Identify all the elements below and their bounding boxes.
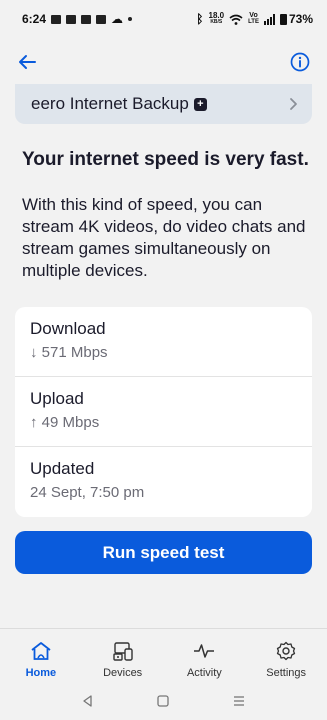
chevron-right-icon xyxy=(290,98,297,110)
download-value: ↓ 571 Mbps xyxy=(30,344,108,361)
system-recents-icon[interactable] xyxy=(232,694,246,708)
download-label: Download xyxy=(30,319,106,338)
upload-row: Upload ↑ 49 Mbps xyxy=(15,377,312,447)
signal-icon xyxy=(263,13,275,25)
tab-activity-label: Activity xyxy=(186,667,222,679)
updated-row: Updated 24 Sept, 7:50 pm xyxy=(15,447,312,517)
dot-icon xyxy=(128,17,133,21)
network-speed-unit: KB/S xyxy=(210,19,223,25)
updated-value: 24 Sept, 7:50 pm xyxy=(30,484,145,501)
backup-title-wrap: eero Internet Backup + xyxy=(31,94,207,114)
tab-activity[interactable]: Activity xyxy=(164,641,244,679)
gear-icon xyxy=(276,641,296,661)
top-nav xyxy=(0,44,327,80)
speed-stats-card: Download ↓ 571 Mbps Upload ↑ 49 Mbps Upd… xyxy=(15,307,312,517)
updated-label: Updated xyxy=(30,459,95,478)
system-nav-bar xyxy=(0,686,327,716)
upload-value: ↑ 49 Mbps xyxy=(30,414,100,431)
download-row: Download ↓ 571 Mbps xyxy=(15,307,312,377)
tab-home[interactable]: Home xyxy=(1,641,81,679)
upload-label: Upload xyxy=(30,389,84,408)
devices-icon xyxy=(112,642,133,661)
run-speed-test-button[interactable]: Run speed test xyxy=(15,531,312,574)
notification-icon xyxy=(51,14,62,24)
status-bar: 6:24 ☁ ᛒ 18.0 KB/S Vo LTE 73% xyxy=(0,0,327,38)
info-icon xyxy=(290,52,310,72)
bluetooth-icon: ᛒ xyxy=(196,12,204,26)
status-time: 6:24 xyxy=(22,12,47,26)
network-speed-value: 18.0 xyxy=(208,11,225,20)
home-icon xyxy=(31,642,51,660)
battery-indicator: 73% xyxy=(279,12,313,26)
tab-settings[interactable]: Settings xyxy=(246,641,326,679)
wifi-icon xyxy=(229,14,243,25)
tab-devices-label: Devices xyxy=(103,667,143,679)
notification-icon xyxy=(96,14,107,24)
battery-level: 73% xyxy=(288,12,313,26)
speed-description: With this kind of speed, you can stream … xyxy=(22,195,306,280)
tab-settings-label: Settings xyxy=(266,667,306,679)
network-speed: 18.0 KB/S xyxy=(209,12,225,26)
volte-indicator: Vo LTE xyxy=(248,12,259,26)
bottom-tab-bar: Home Devices Activity Settings xyxy=(0,628,327,682)
backup-title: eero Internet Backup xyxy=(31,94,189,113)
notification-icon xyxy=(81,14,92,24)
system-home-icon[interactable] xyxy=(156,694,170,708)
plus-badge-icon: + xyxy=(193,97,207,111)
info-button[interactable] xyxy=(287,49,313,75)
status-left: 6:24 ☁ xyxy=(22,12,133,26)
battery-icon xyxy=(279,13,287,25)
activity-icon xyxy=(194,644,215,658)
status-right: ᛒ 18.0 KB/S Vo LTE 73% xyxy=(196,12,313,27)
tab-home-label: Home xyxy=(25,667,57,679)
speed-headline: Your internet speed is very fast. xyxy=(22,149,309,170)
tab-devices[interactable]: Devices xyxy=(83,641,163,679)
internet-backup-row[interactable]: eero Internet Backup + xyxy=(15,84,312,124)
volte-bottom: LTE xyxy=(248,19,259,25)
cloud-icon: ☁ xyxy=(111,12,124,26)
back-button[interactable] xyxy=(14,49,40,75)
system-back-icon[interactable] xyxy=(81,694,95,708)
arrow-left-icon xyxy=(19,55,36,69)
volte-top: Vo xyxy=(249,12,258,19)
notification-icon xyxy=(66,14,77,24)
